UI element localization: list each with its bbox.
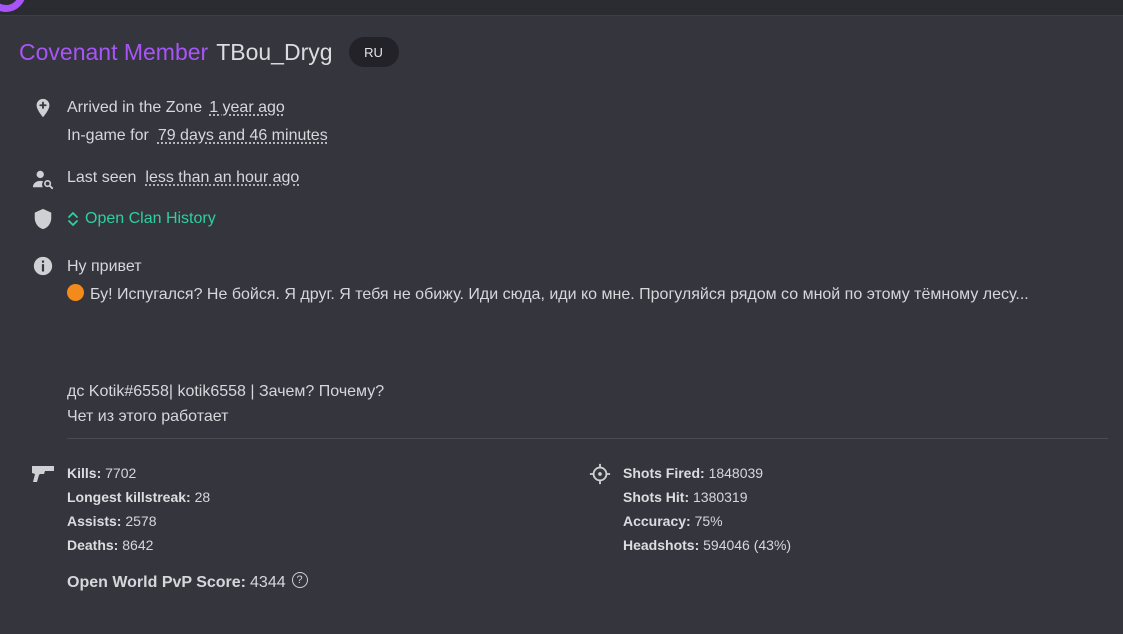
stat-kills: Kills: 7702	[67, 465, 136, 481]
bio-line-1: Ну привет	[67, 258, 142, 275]
stat-assists-label: Assists:	[67, 513, 122, 529]
stat-assists-value: 2578	[125, 513, 157, 529]
stat-shots-fired-value: 1848039	[708, 465, 764, 481]
stat-headshots-value: 594046 (43%)	[703, 537, 792, 553]
stat-accuracy-label: Accuracy:	[623, 513, 691, 529]
username: TBou_Dryg	[216, 38, 333, 65]
bio-line-3: дс Kotik#6558| kotik6558 | Зачем? Почему…	[67, 383, 385, 400]
stat-kills-label: Kills:	[67, 465, 102, 481]
stat-shots-hit: Shots Hit: 1380319	[623, 489, 748, 505]
lastseen-label: Last seen	[67, 169, 137, 186]
ingame-row: In-game for 79 days and 46 minutes	[67, 127, 328, 145]
pvp-score-value: 4344	[250, 574, 286, 591]
section-divider	[67, 438, 1108, 439]
arrived-row: Arrived in the Zone 1 year ago	[67, 99, 285, 117]
user-search-icon	[32, 170, 54, 190]
map-pin-icon	[36, 98, 50, 118]
ingame-value: 79 days and 46 minutes	[157, 127, 328, 144]
language-badge: RU	[348, 37, 399, 67]
rank-label: Covenant Member	[19, 38, 209, 65]
stat-shots-fired-label: Shots Fired:	[623, 465, 705, 481]
bio-line-4: Чет из этого работает	[67, 408, 229, 425]
bio-line-2: Бу! Испугался? Не бойся. Я друг. Я тебя …	[67, 284, 1029, 304]
stat-accuracy-value: 75%	[694, 513, 723, 529]
lastseen-value: less than an hour ago	[145, 169, 300, 186]
stat-headshots: Headshots: 594046 (43%)	[623, 537, 791, 553]
stat-accuracy: Accuracy: 75%	[623, 513, 723, 529]
stat-deaths-label: Deaths:	[67, 537, 119, 553]
stat-deaths-value: 8642	[122, 537, 154, 553]
help-circle-icon[interactable]: ?	[291, 572, 308, 588]
bio-line-2-text: Бу! Испугался? Не бойся. Я друг. Я тебя …	[90, 286, 1029, 303]
crosshair-icon	[589, 463, 611, 485]
chevron-up-down-icon	[68, 212, 78, 226]
stat-kills-value: 7702	[105, 465, 137, 481]
gun-icon	[32, 466, 54, 482]
arrived-label: Arrived in the Zone	[67, 99, 203, 116]
open-clan-history-link[interactable]: Open Clan History	[67, 210, 216, 228]
stat-headshots-label: Headshots:	[623, 537, 700, 553]
pvp-score-label: Open World PvP Score:	[67, 574, 247, 591]
ingame-label: In-game for	[67, 127, 149, 144]
stat-shots-hit-value: 1380319	[693, 489, 748, 505]
profile-title: Covenant Member TBou_Dryg RU	[19, 36, 399, 68]
pvp-score: Open World PvP Score: 4344 ?	[67, 572, 308, 592]
clan-history-label: Open Clan History	[85, 210, 216, 227]
stat-assists: Assists: 2578	[67, 513, 157, 529]
top-bar	[0, 0, 1123, 16]
pumpkin-icon	[67, 284, 84, 301]
stat-shots-fired: Shots Fired: 1848039	[623, 465, 763, 481]
shield-icon	[34, 208, 52, 230]
info-icon	[33, 256, 53, 276]
arrived-value: 1 year ago	[209, 99, 285, 116]
stat-killstreak-label: Longest killstreak:	[67, 489, 191, 505]
lastseen-row: Last seen less than an hour ago	[67, 169, 299, 187]
stat-killstreak-value: 28	[194, 489, 211, 505]
stat-longest-killstreak: Longest killstreak: 28	[67, 489, 210, 505]
stat-shots-hit-label: Shots Hit:	[623, 489, 690, 505]
stat-deaths: Deaths: 8642	[67, 537, 153, 553]
